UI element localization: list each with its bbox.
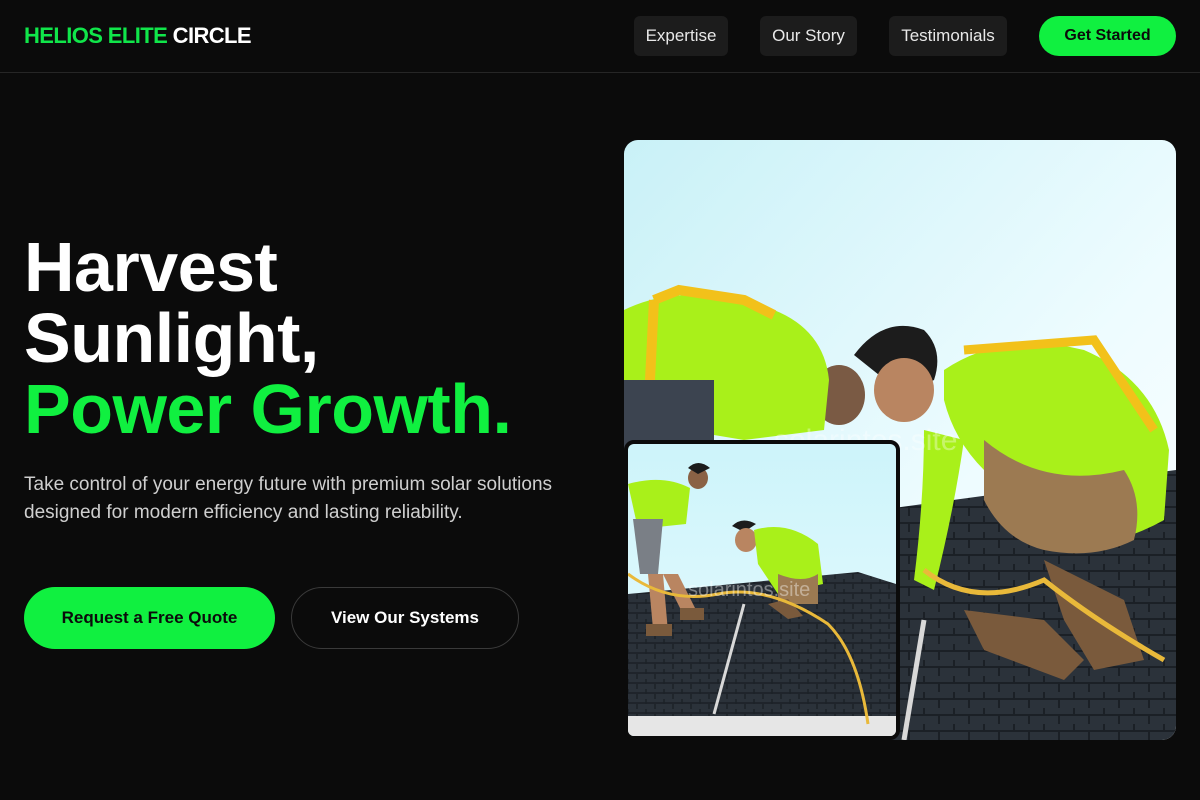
- headline-line-1: Harvest: [24, 228, 278, 306]
- logo[interactable]: HELIOS ELITE CIRCLE: [24, 22, 252, 50]
- logo-accent-text: HELIOS ELITE: [24, 23, 168, 48]
- hero-subtext: Take control of your energy future with …: [24, 474, 553, 523]
- inset-watermark: solarintos.site: [688, 579, 810, 601]
- hero-inset-image: solarintos.site: [624, 440, 900, 740]
- inset-image-illustration: solarintos.site: [628, 444, 896, 736]
- logo-plain-text: CIRCLE: [172, 23, 252, 48]
- request-quote-button[interactable]: Request a Free Quote: [24, 587, 275, 649]
- headline-line-3: Power Growth.: [24, 370, 512, 448]
- get-started-button[interactable]: Get Started: [1039, 16, 1176, 56]
- nav-expertise[interactable]: Expertise: [634, 16, 728, 56]
- nav-testimonials[interactable]: Testimonials: [889, 16, 1007, 56]
- headline-line-2: Sunlight,: [24, 299, 319, 377]
- site-header: HELIOS ELITE CIRCLE Expertise Our Story …: [0, 0, 1200, 73]
- nav-our-story[interactable]: Our Story: [760, 16, 857, 56]
- view-systems-button[interactable]: View Our Systems: [291, 587, 519, 649]
- hero-headline: Harvest Sunlight, Power Growth.: [24, 228, 512, 448]
